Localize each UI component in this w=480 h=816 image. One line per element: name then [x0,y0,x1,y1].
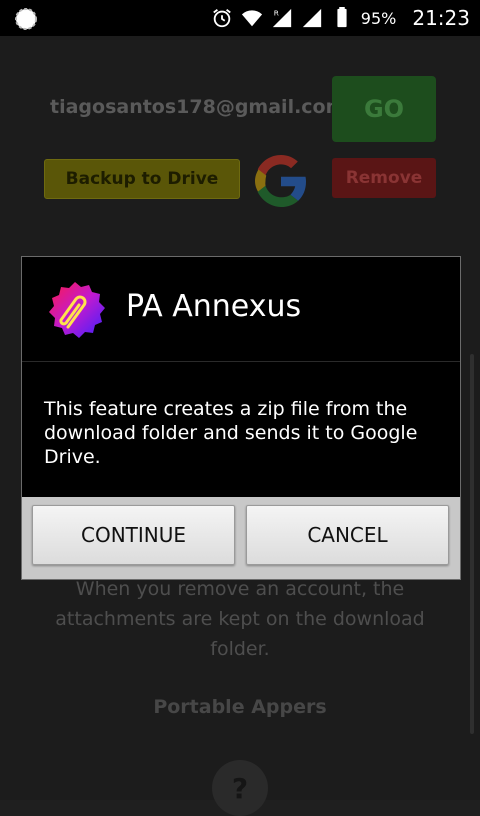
continue-button[interactable]: CONTINUE [32,505,235,565]
battery-level: 95% [360,8,397,28]
help-button[interactable]: ? [212,760,268,816]
backup-to-drive-button[interactable]: Backup to Drive [44,159,240,199]
notification-icon [15,8,37,30]
developer-name: Portable Appers [153,696,327,718]
dialog-button-bar: CONTINUE CANCEL [22,497,460,579]
account-note-line: folder. [210,638,270,660]
account-email: tiagosantos178@gmail.com [50,96,346,118]
dialog-message: This feature creates a zip file from the… [44,398,418,468]
account-note: When you remove an account, the attachme… [40,574,440,664]
cancel-button[interactable]: CANCEL [246,505,449,565]
google-logo-icon [255,155,306,207]
account-note-line: attachments are kept on the download [55,608,425,630]
alarm-icon [212,9,231,28]
status-bar: R 95% 21:23 [0,0,480,36]
dialog-header: PA Annexus [22,257,460,362]
remove-button[interactable]: Remove [332,158,436,198]
signal-roaming-icon: R [272,8,291,28]
svg-text:R: R [274,8,279,17]
battery-icon [337,7,347,28]
wifi-icon [241,10,262,27]
signal-icon [302,8,321,28]
scrollbar[interactable] [470,354,474,734]
clock: 21:23 [412,6,470,30]
paperclip-badge-icon [49,282,105,338]
go-button[interactable]: GO [332,76,436,142]
confirm-dialog: PA Annexus This feature creates a zip fi… [21,256,461,580]
dialog-title: PA Annexus [126,289,302,324]
